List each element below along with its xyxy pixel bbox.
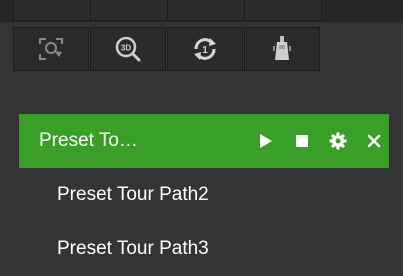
patrol-icon: 1 xyxy=(190,35,220,63)
play-icon[interactable] xyxy=(257,132,275,150)
close-icon[interactable] xyxy=(365,132,383,150)
tour-item-3[interactable]: Preset Tour Path3 xyxy=(19,222,389,276)
area-focus-icon xyxy=(37,36,65,62)
3d-zoom-icon: 3D xyxy=(114,35,142,63)
tour-label: Preset Tour Path2 xyxy=(57,184,209,205)
svg-text:3D: 3D xyxy=(121,44,131,53)
tour-actions xyxy=(257,132,389,150)
top-toolbar-cell[interactable] xyxy=(13,0,91,21)
stop-icon[interactable] xyxy=(293,132,311,150)
top-toolbar-cell[interactable] xyxy=(244,0,322,21)
wiper-button[interactable] xyxy=(244,27,320,71)
top-toolbar-cell[interactable] xyxy=(167,0,245,21)
preset-tour-list: Preset To… Preset Tour Path2 Preset Tour… xyxy=(19,114,389,276)
wiper-icon xyxy=(270,34,294,64)
gear-icon[interactable] xyxy=(329,132,347,150)
tour-item-2[interactable]: Preset Tour Path2 xyxy=(19,168,389,222)
area-focus-button[interactable] xyxy=(13,27,89,71)
tour-label: Preset Tour Path3 xyxy=(57,238,209,259)
tour-label: Preset To… xyxy=(39,130,138,151)
3d-zoom-button[interactable]: 3D xyxy=(90,27,166,71)
tour-item-1[interactable]: Preset To… xyxy=(19,114,389,168)
top-toolbar-cell[interactable] xyxy=(90,0,168,21)
ptz-toolbar: 3D 1 xyxy=(13,27,321,71)
one-touch-patrol-button[interactable]: 1 xyxy=(167,27,243,71)
top-toolbar-strip xyxy=(0,0,403,22)
svg-text:1: 1 xyxy=(202,45,208,56)
